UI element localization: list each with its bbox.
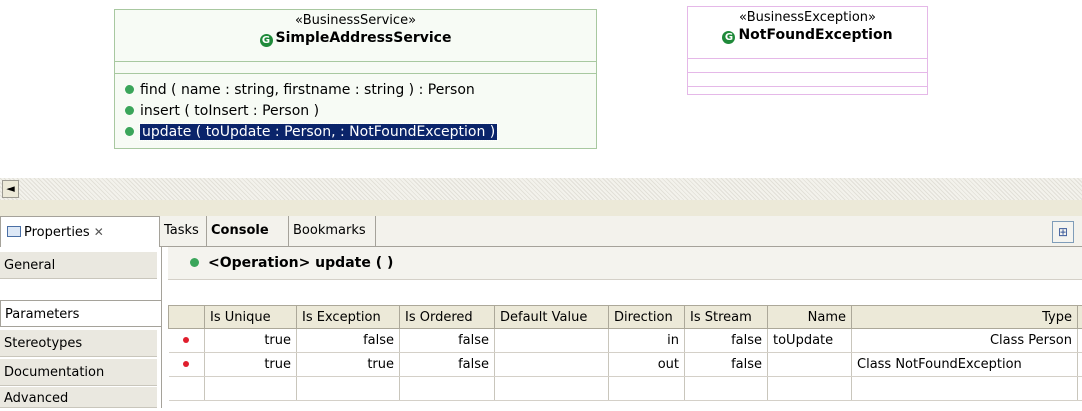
table-header-cell	[169, 306, 205, 329]
view-tab-bar: Properties✕ Tasks Console Bookmarks ⊞	[0, 216, 1082, 247]
table-header-cell[interactable]: Default Value	[495, 306, 609, 329]
table-header-row: Is Unique Is Exception Is Ordered Defaul…	[169, 306, 1082, 329]
table-cell[interactable]: true	[297, 353, 400, 377]
table-cell[interactable]	[495, 329, 609, 353]
table-header-cell[interactable]: Name	[768, 306, 852, 329]
table-header-cell[interactable]: Is Stream	[685, 306, 768, 329]
properties-sidebar: General Parameters Stereotypes Documenta…	[0, 247, 161, 408]
table-row[interactable]: true false false in false toUpdate Class…	[169, 329, 1082, 353]
table-header-cell	[1078, 306, 1082, 329]
parameter-icon	[183, 337, 189, 343]
public-operation-icon	[125, 127, 134, 136]
show-tree-icon[interactable]: ⊞	[1052, 221, 1074, 243]
sidebar-item-documentation[interactable]: Documentation	[0, 359, 157, 386]
table-cell[interactable]: false	[685, 353, 768, 377]
table-cell[interactable]: Class NotFoundException	[852, 353, 1078, 377]
close-icon[interactable]: ✕	[94, 225, 104, 239]
table-cell[interactable]: true	[205, 329, 297, 353]
tab-bookmarks[interactable]: Bookmarks	[289, 216, 376, 246]
table-header-cell[interactable]: Is Exception	[297, 306, 400, 329]
properties-content: <Operation> update ( ) Is Unique Is Exce…	[161, 247, 1082, 408]
tab-properties[interactable]: Properties✕	[0, 216, 160, 247]
class-name: SimpleAddressService	[276, 30, 452, 46]
class-name: NotFoundException	[738, 27, 892, 43]
selection-title-bar: <Operation> update ( )	[168, 247, 1082, 280]
table-cell[interactable]	[768, 353, 852, 377]
table-header-cell[interactable]: Direction	[609, 306, 685, 329]
table-cell[interactable]: false	[685, 329, 768, 353]
operation-find[interactable]: find ( name : string, firstname : string…	[115, 80, 596, 101]
not-found-exception-class[interactable]: «BusinessException» GNotFoundException	[687, 6, 928, 95]
table-cell[interactable]: toUpdate	[768, 329, 852, 353]
tab-console[interactable]: Console	[207, 216, 289, 246]
operations-compartment	[688, 73, 927, 87]
parameters-table[interactable]: Is Unique Is Exception Is Ordered Defaul…	[168, 305, 1082, 401]
class-icon: G	[260, 34, 273, 47]
table-cell[interactable]: false	[400, 353, 495, 377]
class-stereotype: «BusinessService»	[115, 13, 596, 29]
attribute-compartment	[115, 62, 596, 74]
public-operation-icon	[125, 106, 134, 115]
table-cell[interactable]: false	[297, 329, 400, 353]
table-row[interactable]: true true false out false Class NotFound…	[169, 353, 1082, 377]
attribute-compartment	[688, 59, 927, 73]
table-row	[169, 377, 1082, 401]
scroll-left-arrow-icon[interactable]: ◄	[2, 180, 19, 198]
operations-compartment: find ( name : string, firstname : string…	[115, 74, 596, 143]
class-icon: G	[722, 31, 735, 44]
table-cell[interactable]	[495, 353, 609, 377]
table-cell[interactable]: Class Person	[852, 329, 1078, 353]
table-header-cell[interactable]: Is Unique	[205, 306, 297, 329]
sidebar-item-general[interactable]: General	[0, 252, 157, 279]
tab-tasks[interactable]: Tasks	[160, 216, 207, 246]
sidebar-item-advanced[interactable]: Advanced	[0, 387, 157, 408]
operation-insert[interactable]: insert ( toInsert : Person )	[115, 101, 596, 122]
table-cell[interactable]: true	[205, 353, 297, 377]
properties-icon	[7, 226, 21, 237]
table-cell[interactable]: in	[609, 329, 685, 353]
class-header: «BusinessService» GSimpleAddressService	[115, 10, 596, 62]
selection-title: <Operation> update ( )	[208, 255, 393, 271]
operation-update[interactable]: update ( toUpdate : Person, : NotFoundEx…	[115, 122, 596, 143]
table-header-cell[interactable]: Is Ordered	[400, 306, 495, 329]
class-stereotype: «BusinessException»	[688, 10, 927, 26]
table-cell[interactable]: false	[400, 329, 495, 353]
table-header-cell[interactable]: Type	[852, 306, 1078, 329]
parameter-icon	[183, 361, 189, 367]
class-header: «BusinessException» GNotFoundException	[688, 7, 927, 59]
simple-address-service-class[interactable]: «BusinessService» GSimpleAddressService …	[114, 9, 597, 149]
diagram-horizontal-scrollbar[interactable]: ◄	[0, 178, 1082, 200]
operation-icon	[190, 258, 199, 267]
public-operation-icon	[125, 85, 134, 94]
sidebar-item-parameters[interactable]: Parameters	[0, 300, 161, 327]
sidebar-item-stereotypes[interactable]: Stereotypes	[0, 330, 157, 357]
table-cell[interactable]: out	[609, 353, 685, 377]
